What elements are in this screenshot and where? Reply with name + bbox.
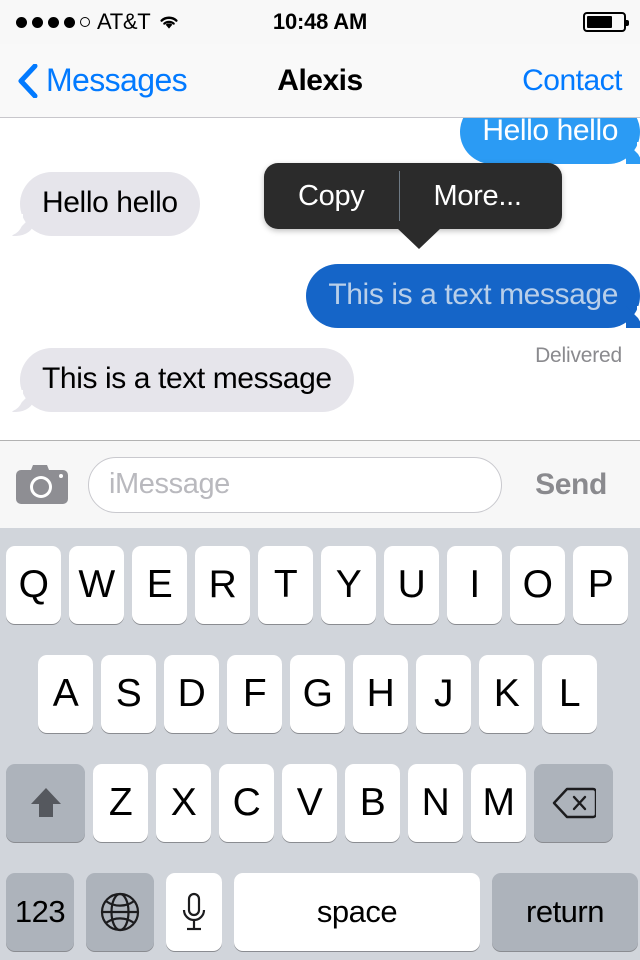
key-y[interactable]: Y (321, 546, 376, 624)
backspace-delete-icon (552, 787, 596, 819)
message-input-placeholder: iMessage (109, 468, 230, 500)
keyboard-row-2: ASDFGHJKL (0, 655, 640, 733)
status-bar-right (583, 0, 629, 44)
key-v[interactable]: V (282, 764, 337, 842)
message-text: Hello hello (482, 118, 618, 147)
key-l[interactable]: L (542, 655, 597, 733)
microphone-icon (182, 892, 206, 931)
key-k[interactable]: K (479, 655, 534, 733)
message-text: This is a text message (328, 278, 618, 311)
keyboard-row-1: QWERTYUIOP (0, 546, 640, 624)
key-i[interactable]: I (447, 546, 502, 624)
context-menu-arrow (397, 228, 441, 249)
battery-icon (583, 12, 629, 32)
status-bar-clock: 10:48 AM (272, 9, 368, 34)
key-n[interactable]: N (408, 764, 463, 842)
key-q[interactable]: Q (6, 546, 61, 624)
battery-fill (587, 16, 612, 28)
key-b[interactable]: B (345, 764, 400, 842)
key-p[interactable]: P (573, 546, 628, 624)
key-w[interactable]: W (69, 546, 124, 624)
send-button[interactable]: Send (502, 468, 640, 502)
contact-button[interactable]: Contact (522, 44, 622, 117)
message-row-sent-1: Hello hello (0, 118, 640, 164)
message-row-sent-2: This is a text message (0, 264, 640, 328)
camera-icon[interactable] (16, 462, 68, 508)
message-bubble-sent-selected[interactable]: This is a text message (306, 264, 640, 328)
onscreen-keyboard: QWERTYUIOP ASDFGHJKL ZXCVBNM 123 space r… (0, 528, 640, 960)
dictation-key[interactable] (166, 873, 222, 951)
keyboard-row-4: 123 space return (0, 873, 640, 951)
shift-arrow-up-icon (30, 788, 61, 817)
key-a[interactable]: A (38, 655, 93, 733)
space-key[interactable]: space (234, 873, 480, 951)
key-d[interactable]: D (164, 655, 219, 733)
key-z[interactable]: Z (93, 764, 148, 842)
message-row-received-2: This is a text message (0, 348, 640, 412)
context-menu-copy-button[interactable]: Copy (264, 163, 399, 229)
message-input-toolbar: iMessage Send (0, 440, 640, 528)
status-bar: AT&T 10:48 AM (0, 0, 640, 44)
key-t[interactable]: T (258, 546, 313, 624)
navigation-bar: Messages Alexis Contact (0, 44, 640, 118)
message-bubble-received[interactable]: This is a text message (7, 348, 354, 412)
key-x[interactable]: X (156, 764, 211, 842)
keyboard-row-3: ZXCVBNM (0, 764, 640, 842)
key-j[interactable]: J (416, 655, 471, 733)
key-c[interactable]: C (219, 764, 274, 842)
message-input-field[interactable]: iMessage (88, 456, 502, 513)
key-h[interactable]: H (353, 655, 408, 733)
backspace-key[interactable] (534, 764, 613, 842)
message-text: Hello hello (42, 186, 178, 219)
key-f[interactable]: F (227, 655, 282, 733)
message-bubble-received[interactable]: Hello hello (7, 172, 200, 236)
numeric-keyboard-key[interactable]: 123 (6, 873, 74, 951)
key-u[interactable]: U (384, 546, 439, 624)
imessage-conversation-screen: AT&T 10:48 AM Messages Alexis Contact He… (0, 0, 640, 960)
context-menu-more-button[interactable]: More... (400, 163, 556, 229)
key-m[interactable]: M (471, 764, 526, 842)
key-e[interactable]: E (132, 546, 187, 624)
key-r[interactable]: R (195, 546, 250, 624)
key-s[interactable]: S (101, 655, 156, 733)
message-bubble-sent[interactable]: Hello hello (460, 118, 640, 164)
message-context-menu: Copy More... (264, 163, 562, 249)
globe-key[interactable] (86, 873, 154, 951)
shift-key[interactable] (6, 764, 85, 842)
return-key[interactable]: return (492, 873, 638, 951)
globe-icon (100, 892, 140, 932)
key-g[interactable]: G (290, 655, 345, 733)
message-text: This is a text message (42, 362, 332, 395)
key-o[interactable]: O (510, 546, 565, 624)
